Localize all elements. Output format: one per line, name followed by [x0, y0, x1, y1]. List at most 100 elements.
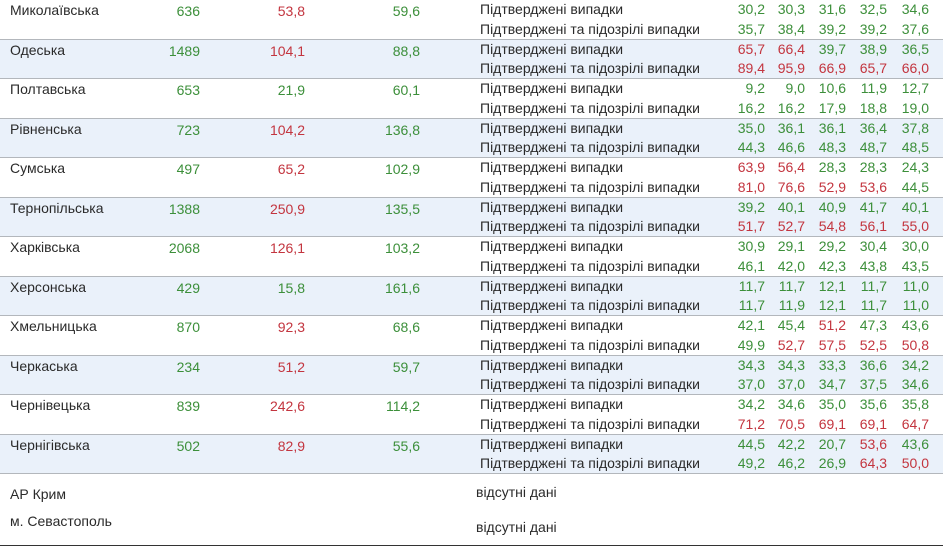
confirmed-subrow: Підтверджені випадки 9,2 9,0 10,6 11,9 12,7 — [0, 79, 943, 99]
confirmed-value: 34,3 — [737, 356, 765, 373]
suspected-value: 57,5 — [818, 336, 846, 353]
confirmed-value: 34,2 — [737, 396, 765, 412]
confirmed-label: Підтверджені випадки — [480, 277, 624, 294]
suspected-subrow: Підтверджені та підозрілі випадки 44,3 46,… — [0, 138, 943, 158]
confirmed-value: 11,7 — [738, 277, 765, 294]
suspected-value: 44,3 — [737, 139, 765, 156]
suspected-value: 48,7 — [859, 139, 887, 156]
suspected-value: 37,0 — [777, 376, 805, 393]
suspected-value: 66,0 — [901, 60, 929, 77]
confirmed-value: 35,0 — [737, 119, 765, 136]
confirmed-value: 33,3 — [818, 356, 846, 373]
confirmed-value: 12,1 — [818, 277, 846, 294]
confirmed-value: 12,7 — [901, 80, 929, 96]
suspected-value: 42,3 — [818, 257, 846, 274]
confirmed-subrow: Підтверджені випадки 30,9 29,1 29,2 30,4 30,0 — [0, 237, 943, 257]
suspected-value: 69,1 — [859, 415, 887, 432]
suspected-value: 66,9 — [818, 60, 846, 77]
suspected-subrow: Підтверджені та підозрілі випадки 11,7 11,… — [0, 296, 943, 316]
suspected-value: 11,7 — [738, 297, 765, 314]
confirmed-value: 29,1 — [777, 238, 805, 254]
suspected-value: 19,0 — [901, 99, 929, 116]
region-name-crimea: АР Крим — [10, 486, 66, 502]
confirmed-value: 38,9 — [859, 40, 887, 57]
suspected-label: Підтверджені та підозрілі випадки — [480, 336, 700, 353]
region-row: Одеська 1489 104,1 88,8 Підтверджені випадки… — [0, 39, 943, 79]
region-row: Тернопільська 1388 250,9 135,5 Підтверджені … — [0, 197, 943, 237]
suspected-label: Підтверджені та підозрілі випадки — [480, 297, 700, 314]
suspected-value: 12,1 — [818, 297, 846, 314]
confirmed-subrow: Підтверджені випадки 35,0 36,1 36,1 36,4 37,8 — [0, 119, 943, 139]
confirmed-subrow: Підтверджені випадки 42,1 45,4 51,2 47,3 43,6 — [0, 316, 943, 336]
suspected-value: 11,7 — [860, 297, 887, 314]
confirmed-label: Підтверджені випадки — [480, 40, 624, 57]
suspected-value: 37,0 — [737, 376, 765, 393]
confirmed-subrow: Підтверджені випадки 44,5 42,2 20,7 53,6 43,6 — [0, 435, 943, 455]
confirmed-value: 32,5 — [859, 1, 887, 17]
confirmed-value: 56,4 — [777, 159, 805, 175]
region-row: Черкаська 234 51,2 59,7 Підтверджені випадки… — [0, 355, 943, 395]
suspected-subrow: Підтверджені та підозрілі випадки 49,9 52,… — [0, 336, 943, 356]
confirmed-value: 36,1 — [777, 119, 805, 136]
confirmed-value: 53,6 — [859, 435, 887, 452]
confirmed-value: 51,2 — [818, 317, 846, 333]
suspected-label: Підтверджені та підозрілі випадки — [480, 20, 700, 37]
confirmed-value: 24,3 — [901, 159, 929, 175]
confirmed-value: 42,1 — [737, 317, 765, 333]
confirmed-value: 34,2 — [901, 356, 929, 373]
region-row: Сумська 497 65,2 102,9 Підтверджені випадки 6… — [0, 158, 943, 198]
suspected-value: 48,3 — [818, 139, 846, 156]
confirmed-value: 11,0 — [902, 277, 929, 294]
suspected-value: 46,6 — [777, 139, 805, 156]
suspected-value: 70,5 — [777, 415, 805, 432]
suspected-value: 49,9 — [737, 336, 765, 353]
confirmed-value: 43,6 — [901, 317, 929, 333]
suspected-value: 18,8 — [859, 99, 887, 116]
confirmed-value: 30,2 — [737, 1, 765, 17]
suspected-label: Підтверджені та підозрілі випадки — [480, 376, 700, 393]
confirmed-value: 66,4 — [777, 40, 805, 57]
confirmed-subrow: Підтверджені випадки 11,7 11,7 12,1 11,7 11,0 — [0, 277, 943, 297]
suspected-label: Підтверджені та підозрілі випадки — [480, 257, 700, 274]
suspected-subrow: Підтверджені та підозрілі випадки 16,2 16,… — [0, 99, 943, 119]
confirmed-label: Підтверджені випадки — [480, 317, 624, 333]
confirmed-value: 30,4 — [859, 238, 887, 254]
confirmed-value: 35,0 — [818, 396, 846, 412]
confirmed-label: Підтверджені випадки — [480, 356, 624, 373]
suspected-value: 46,1 — [737, 257, 765, 274]
confirmed-label: Підтверджені випадки — [480, 80, 624, 96]
confirmed-value: 30,3 — [777, 1, 805, 17]
confirmed-value: 40,9 — [818, 198, 846, 215]
suspected-subrow: Підтверджені та підозрілі випадки 71,2 70,… — [0, 415, 943, 435]
suspected-label: Підтверджені та підозрілі випадки — [480, 178, 700, 195]
suspected-subrow: Підтверджені та підозрілі випадки 35,7 38,… — [0, 20, 943, 40]
confirmed-value: 36,4 — [859, 119, 887, 136]
confirmed-value: 30,9 — [737, 238, 765, 254]
suspected-value: 44,5 — [901, 178, 929, 195]
suspected-value: 49,2 — [737, 455, 765, 472]
suspected-value: 42,0 — [777, 257, 805, 274]
suspected-value: 89,4 — [737, 60, 765, 77]
confirmed-value: 29,2 — [818, 238, 846, 254]
confirmed-value: 65,7 — [737, 40, 765, 57]
confirmed-value: 35,8 — [901, 396, 929, 412]
confirmed-value: 39,7 — [818, 40, 846, 57]
suspected-subrow: Підтверджені та підозрілі випадки 51,7 52,… — [0, 217, 943, 237]
region-name-sevastopol: м. Севастополь — [10, 513, 112, 529]
suspected-value: 53,6 — [859, 178, 887, 195]
confirmed-value: 41,7 — [859, 198, 887, 215]
confirmed-value: 34,6 — [901, 1, 929, 17]
confirmed-value: 11,7 — [778, 277, 805, 294]
region-row: Чернівецька 839 242,6 114,2 Підтверджені вип… — [0, 395, 943, 435]
suspected-value: 64,7 — [901, 415, 929, 432]
suspected-value: 35,7 — [737, 20, 765, 37]
confirmed-value: 63,9 — [737, 159, 765, 175]
suspected-value: 11,0 — [902, 297, 929, 314]
suspected-value: 64,3 — [859, 455, 887, 472]
confirmed-value: 43,6 — [901, 435, 929, 452]
confirmed-value: 35,6 — [859, 396, 887, 412]
suspected-label: Підтверджені та підозрілі випадки — [480, 415, 700, 432]
suspected-value: 37,6 — [901, 20, 929, 37]
suspected-subrow: Підтверджені та підозрілі випадки 81,0 76,… — [0, 178, 943, 198]
confirmed-subrow: Підтверджені випадки 34,3 34,3 33,3 36,6 34,2 — [0, 356, 943, 376]
